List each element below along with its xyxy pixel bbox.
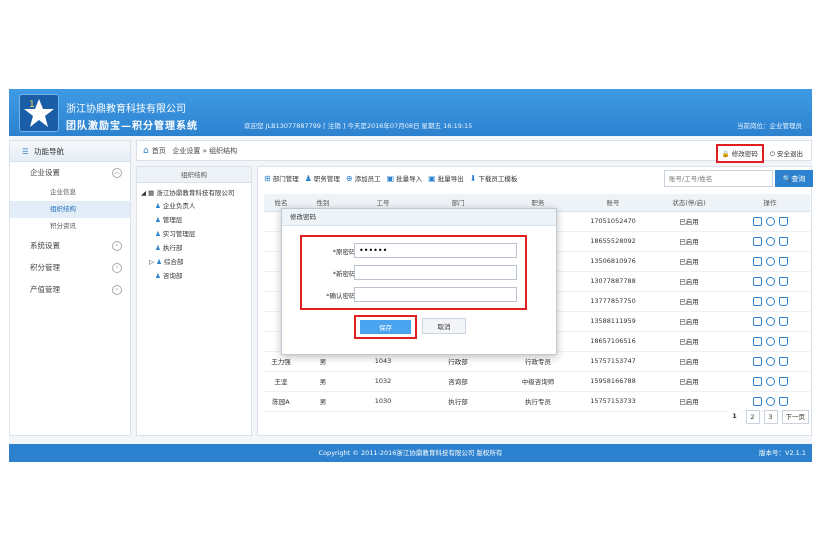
tree-root[interactable]: ◢ ▦ 浙江协鼎教育科技有限公司	[137, 183, 251, 199]
system-name: 团队激励宝—积分管理系统	[66, 121, 198, 132]
download-icon: ⬇	[469, 173, 477, 183]
search-button[interactable]: 🔍查询	[775, 170, 813, 187]
sidebar-group-output[interactable]: 产值管理 ›	[10, 279, 130, 301]
tree-node[interactable]: ♟ 实习管理层	[137, 227, 251, 241]
sidebar-group-points[interactable]: 积分管理 ›	[10, 257, 130, 279]
star-logo-icon: 1	[24, 99, 54, 127]
app-window: 1 浙江协鼎教育科技有限公司 团队激励宝—积分管理系统 欢迎您 JLB13077…	[9, 89, 813, 462]
chevron-right-icon: ›	[112, 263, 122, 273]
company-name: 浙江协鼎教育科技有限公司	[66, 104, 186, 115]
home-icon[interactable]: ⌂	[143, 146, 149, 156]
version: 版本号：V2.1.1	[759, 449, 806, 457]
person-icon: ♟	[156, 258, 162, 266]
welcome-text: 欢迎您 JLB13077887799 [ 注销 ] 今天是2016年07月08日…	[244, 122, 473, 130]
sidebar-item-points-news[interactable]: 积分资讯	[10, 218, 130, 235]
add-employee-button[interactable]: ⊕ 添加员工	[345, 173, 381, 184]
plus-circle-icon: ⊕	[345, 173, 353, 183]
chevron-right-icon: ›	[112, 241, 122, 251]
batch-export-button[interactable]: ▣ 批量导出	[428, 173, 464, 184]
tree-node[interactable]: ♟ 执行部	[137, 241, 251, 255]
tree-node[interactable]: ▷ ♟ 综合部	[137, 255, 251, 269]
tree-node[interactable]: ♟ 咨询部	[137, 269, 251, 283]
header: 1 浙江协鼎教育科技有限公司 团队激励宝—积分管理系统 欢迎您 JLB13077…	[9, 89, 812, 136]
org-tree: 组织结构 ◢ ▦ 浙江协鼎教育科技有限公司 ♟ 企业负责人 ♟ 管理层 ♟ 实习管理层…	[136, 166, 252, 436]
cancel-button[interactable]: 取消	[422, 318, 466, 334]
confirm-password-field[interactable]	[354, 287, 517, 302]
person-icon: ♟	[155, 244, 161, 252]
import-icon: ▣	[386, 173, 395, 183]
form-row: *原密码：	[302, 243, 525, 259]
save-button[interactable]: 保存	[360, 320, 411, 334]
search-input[interactable]	[664, 170, 773, 187]
export-icon: ▣	[428, 173, 436, 183]
current-position: 当前岗位：企业管理员	[737, 122, 802, 130]
org-tree-header: 组织结构	[137, 167, 251, 183]
lock-icon: 🔒	[721, 150, 730, 158]
breadcrumb-home[interactable]: 首页	[152, 147, 166, 155]
form-row: *确认密码：	[302, 287, 525, 303]
change-password-button[interactable]: 🔒 修改密码	[715, 144, 764, 163]
tree-node[interactable]: ♟ 管理层	[137, 213, 251, 227]
download-template-button[interactable]: ⬇ 下载员工模板	[469, 173, 518, 184]
new-password-field[interactable]	[354, 265, 517, 280]
svg-text:1: 1	[29, 100, 35, 110]
user-icon: ♟	[304, 173, 312, 183]
footer: Copyright © 2011-2016浙江协鼎教育科技有限公司 版权所有 版…	[9, 444, 812, 462]
sidebar: ☰ 功能导航 企业设置 ︿ 企业信息 组织结构 积分资讯 系统设置 › 积分管理 › 产…	[9, 140, 131, 436]
person-icon: ♟	[155, 216, 161, 224]
breadcrumb-path: 企业设置 » 组织结构	[172, 147, 238, 155]
sidebar-item-enterprise-info[interactable]: 企业信息	[10, 184, 130, 201]
save-highlight: 保存	[354, 315, 417, 339]
dialog-title: 修改密码	[282, 209, 556, 226]
person-icon: ♟	[155, 202, 161, 210]
old-password-field[interactable]	[354, 243, 517, 258]
menu-icon: ☰	[22, 147, 29, 156]
sidebar-group-enterprise[interactable]: 企业设置 ︿	[10, 162, 130, 184]
breadcrumb: ⌂ 首页 企业设置 » 组织结构 🔒 修改密码 ⏻ 安全退出	[136, 140, 812, 163]
org-chart-icon: ⊞	[264, 173, 271, 183]
sidebar-group-system[interactable]: 系统设置 ›	[10, 235, 130, 257]
logout-button[interactable]: ⏻ 安全退出	[768, 144, 805, 163]
building-icon: ▦	[148, 189, 155, 197]
person-icon: ♟	[155, 272, 161, 280]
sidebar-item-org-structure[interactable]: 组织结构	[10, 201, 130, 218]
chevron-up-icon: ︿	[112, 168, 122, 178]
form-row: *新密码：	[302, 265, 525, 281]
job-manage-button[interactable]: ♟ 职务管理	[304, 173, 340, 184]
chevron-right-icon: ›	[112, 285, 122, 295]
dept-manage-button[interactable]: ⊞ 部门管理	[264, 173, 299, 184]
batch-import-button[interactable]: ▣ 批量导入	[386, 173, 423, 184]
expand-arrow-icon[interactable]: ▷	[149, 258, 154, 266]
logo: 1	[19, 94, 59, 132]
password-form: *原密码： *新密码： *确认密码：	[300, 235, 527, 310]
toolbar: ⊞ 部门管理 ♟ 职务管理 ⊕ 添加员工 ▣ 批量导入 ▣ 批量导出 ⬇ 下载员工模板	[264, 173, 518, 184]
power-icon: ⏻	[769, 150, 775, 158]
change-password-dialog: 修改密码 *原密码： *新密码： *确认密码： 保存 取消	[281, 208, 557, 355]
copyright: Copyright © 2011-2016浙江协鼎教育科技有限公司 版权所有	[318, 449, 503, 457]
person-icon: ♟	[155, 230, 161, 238]
tree-node[interactable]: ♟ 企业负责人	[137, 199, 251, 213]
sidebar-title: ☰ 功能导航	[10, 141, 130, 162]
